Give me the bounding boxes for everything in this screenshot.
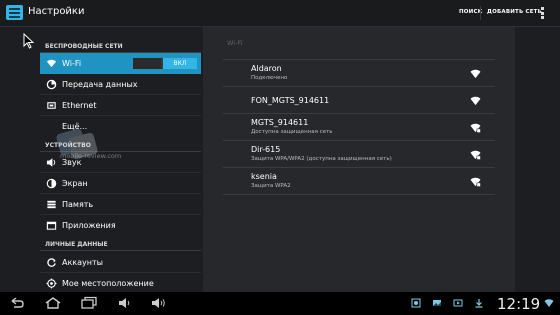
recent-apps-icon[interactable] [80,295,98,311]
settings-sidebar: БЕСПРОВОДНЫЕ СЕТИ Wi-Fi ВКЛ Передача дан… [40,37,201,292]
network-item[interactable]: Aldaron Подключено [223,59,495,86]
sidebar-item-label: Приложения [62,221,116,230]
wifi-signal-icon [470,96,481,106]
network-name: Aldaron [251,64,282,73]
network-name: ksenia [251,172,277,181]
sidebar-item-label: Экран [62,179,88,188]
settings-app-icon[interactable] [6,5,23,20]
panel-title: Wi-Fi [227,39,243,47]
sidebar-item-storage[interactable]: Память [40,194,201,215]
location-icon [46,278,57,289]
sidebar-item-label: Аккаунты [62,258,103,267]
action-bar: Настройки ПОИСК ДОБАВИТЬ СЕТЬ [0,0,560,27]
screenshot-icon [411,298,421,308]
action-bar-divider [480,6,481,20]
wifi-signal-locked-icon [470,150,481,160]
sidebar-item-label: Память [62,200,94,209]
sidebar-item-label: Мое местоположение [62,279,154,288]
system-clock: 12:19 [497,295,541,313]
toggle-on-label: ВКЛ [163,58,197,69]
wifi-signal-icon [470,69,481,79]
network-status: Защита WPA/WPA2 (доступна защищенная сет… [251,156,392,162]
toggle-off-track [133,58,161,69]
system-bar: 12:19 [0,292,560,315]
storage-icon [47,200,56,209]
network-name: Dir-615 [251,145,281,154]
display-icon [46,178,57,189]
network-item[interactable]: MGTS_914611 Доступна защищенная сеть [223,113,495,140]
network-item[interactable]: FON_MGTS_914611 [223,86,495,113]
wifi-toggle[interactable]: ВКЛ [133,58,197,69]
wifi-network-panel: Wi-Fi Aldaron Подключено FON_MGTS_914611… [203,27,515,292]
app-title: Настройки [28,6,85,17]
network-item[interactable]: Dir-615 Защита WPA/WPA2 (доступна защище… [223,140,495,167]
category-divider [40,250,201,251]
sidebar-item-label: Wi-Fi [62,59,82,68]
wifi-status-icon [544,299,554,307]
sidebar-item-label: Ethernet [62,101,97,110]
ethernet-icon [47,102,56,109]
wifi-signal-locked-icon [470,177,481,187]
category-personal: ЛИЧНЫЕ ДАННЫЕ [45,241,108,248]
network-item[interactable]: ksenia Защита WPA2 [223,167,495,195]
network-status: Доступна защищенная сеть [251,129,333,135]
download-icon [475,299,483,308]
sidebar-item-ethernet[interactable]: Ethernet [40,95,201,116]
sidebar-item-accounts[interactable]: Аккаунты [40,252,201,273]
overflow-menu-icon[interactable] [541,7,544,21]
add-network-button[interactable]: ДОБАВИТЬ СЕТЬ [487,9,542,15]
search-button[interactable]: ПОИСК [459,9,482,15]
category-wireless: БЕСПРОВОДНЫЕ СЕТИ [45,43,123,50]
volume-up-icon[interactable] [150,295,168,311]
network-name: MGTS_914611 [251,118,309,127]
sidebar-item-location[interactable]: Мое местоположение [40,273,201,294]
network-status: Защита WPA2 [251,183,291,189]
back-icon[interactable] [8,295,26,311]
gallery-icon [433,300,441,306]
sidebar-item-display[interactable]: Экран [40,173,201,194]
wifi-signal-locked-icon [470,123,481,133]
sidebar-item-wifi[interactable]: Wi-Fi ВКЛ [40,53,201,74]
volume-down-icon[interactable] [116,295,134,311]
wifi-icon [46,59,57,68]
video-icon [453,299,463,307]
accounts-icon [47,258,56,267]
mouse-cursor-icon [23,33,35,49]
apps-icon [46,221,57,230]
network-status: Подключено [251,75,288,81]
network-name: FON_MGTS_914611 [251,96,330,105]
sidebar-item-data-usage[interactable]: Передача данных [40,74,201,95]
home-icon[interactable] [44,295,62,311]
sidebar-item-label: Передача данных [62,80,138,89]
data-usage-icon [46,79,57,90]
watermark-text: mobile-review.com [60,152,122,160]
sidebar-item-apps[interactable]: Приложения [40,215,201,236]
